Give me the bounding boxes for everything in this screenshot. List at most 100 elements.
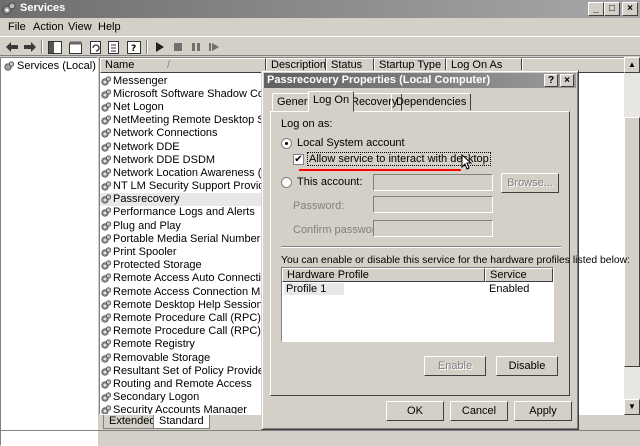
service-name: Routing and Remote Access [113, 377, 252, 390]
allow-interact-checkbox[interactable]: ✔ [293, 154, 304, 165]
hardware-profile-row[interactable]: Profile 1 [284, 283, 344, 295]
service-row[interactable]: Network Location Awareness (NLA) [100, 166, 262, 179]
hardware-profile-name: Profile 1 [286, 283, 327, 295]
stop-service-icon[interactable] [170, 39, 186, 55]
service-row[interactable]: Network DDE [100, 140, 262, 153]
column-header-service[interactable]: Service [485, 268, 553, 282]
toolbar: ? [0, 36, 640, 56]
pause-service-icon[interactable] [188, 39, 204, 55]
dialog-title-bar[interactable]: Passrecovery Properties (Local Computer)… [264, 73, 576, 88]
service-gear-icon [101, 221, 111, 231]
toolbar-separator [41, 40, 43, 54]
service-gear-icon [101, 168, 111, 178]
service-row[interactable]: Security Accounts Manager [100, 404, 262, 414]
service-gear-icon [101, 326, 111, 336]
service-gear-icon [101, 260, 111, 270]
service-gear-icon [101, 313, 111, 323]
service-row[interactable]: Performance Logs and Alerts [100, 206, 262, 219]
service-row[interactable]: Remote Access Auto Connection Ma... [100, 272, 262, 285]
tab-standard[interactable]: Standard [153, 415, 210, 429]
menu-file[interactable]: File [8, 21, 26, 33]
scroll-thumb[interactable] [624, 117, 640, 367]
svg-text:?: ? [131, 44, 136, 54]
service-name: Network DDE DSDM [113, 153, 216, 166]
service-row[interactable]: Remote Procedure Call (RPC) [100, 311, 262, 324]
service-row[interactable]: Messenger [100, 74, 262, 87]
services-gear-icon [2, 2, 16, 15]
cancel-button[interactable]: Cancel [450, 401, 508, 421]
restart-service-icon[interactable] [206, 39, 222, 55]
browse-button[interactable]: Browse... [501, 173, 559, 193]
service-gear-icon [101, 141, 111, 152]
local-system-radio[interactable] [281, 138, 292, 149]
enable-button[interactable]: Enable [424, 356, 486, 376]
red-highlight-underline [299, 169, 461, 171]
service-row[interactable]: Routing and Remote Access [100, 377, 262, 390]
service-row[interactable]: Remote Procedure Call (RPC) Locator [100, 325, 262, 338]
export-list-icon[interactable] [106, 39, 122, 55]
menu-view[interactable]: View [68, 21, 92, 33]
menu-action[interactable]: Action [33, 21, 64, 33]
scroll-up-button[interactable]: ▲ [624, 57, 640, 73]
service-row[interactable]: Portable Media Serial Number Service [100, 232, 262, 245]
disable-button[interactable]: Disable [496, 356, 558, 376]
service-gear-icon [101, 352, 111, 363]
service-row[interactable]: Print Spooler [100, 245, 262, 258]
tree-node-services-local[interactable]: Services (Local) [4, 60, 96, 72]
menu-help[interactable]: Help [98, 21, 121, 33]
properties-icon[interactable] [68, 39, 84, 55]
service-row[interactable]: Network Connections [100, 127, 262, 140]
refresh-icon[interactable] [88, 39, 104, 55]
back-icon[interactable] [4, 39, 20, 55]
this-account-radio[interactable] [281, 177, 292, 188]
service-gear-icon [101, 392, 111, 402]
maximize-button[interactable]: □ [604, 2, 620, 16]
service-name: Messenger [113, 74, 168, 87]
service-row[interactable]: Removable Storage [100, 351, 262, 364]
password-input[interactable] [373, 196, 493, 213]
service-name: Remote Procedure Call (RPC) Locator [113, 325, 262, 338]
service-row[interactable]: NetMeeting Remote Desktop Sharing [100, 114, 262, 127]
window-title-bar[interactable]: Services _ □ × [0, 0, 640, 18]
log-on-tab-panel: Log on as: Local System account ✔ Allow … [270, 111, 630, 396]
service-row[interactable]: Resultant Set of Policy Provider [100, 364, 262, 377]
service-row[interactable]: Secondary Logon [100, 391, 262, 404]
confirm-password-input[interactable] [373, 220, 493, 237]
service-gear-icon [101, 89, 111, 99]
confirm-password-label: Confirm password: [293, 224, 385, 236]
service-row[interactable]: Protected Storage [100, 259, 262, 272]
column-header-hardware-profile[interactable]: Hardware Profile [282, 268, 485, 282]
forward-icon[interactable] [22, 39, 38, 55]
console-tree[interactable]: Services (Local) [0, 57, 98, 446]
service-row[interactable]: Plug and Play [100, 219, 262, 232]
sort-indicator: / [167, 59, 171, 71]
service-row[interactable]: Remote Access Connection Manager [100, 285, 262, 298]
service-name: Network Location Awareness (NLA) [113, 166, 262, 179]
close-button[interactable]: × [622, 2, 638, 16]
dialog-help-button[interactable]: ? [544, 74, 558, 87]
column-header-name[interactable]: Name / [100, 58, 266, 73]
tab-log-on[interactable]: Log On [308, 91, 355, 112]
service-row[interactable]: Passrecovery [100, 192, 262, 206]
service-row[interactable]: NT LM Security Support Provider [100, 180, 262, 193]
service-row[interactable]: Net Logon [100, 100, 262, 113]
apply-button[interactable]: Apply [514, 401, 572, 421]
show-hide-tree-icon[interactable] [47, 39, 63, 55]
service-row[interactable]: Remote Desktop Help Session Manager [100, 298, 262, 311]
service-row[interactable]: Microsoft Software Shadow Copy Pr... [100, 87, 262, 100]
help-topics-icon[interactable]: ? [126, 39, 142, 55]
tab-dependencies[interactable]: Dependencies [391, 93, 472, 111]
vertical-scrollbar[interactable]: ▲ ▼ [624, 57, 640, 415]
dialog-title: Passrecovery Properties (Local Computer) [267, 74, 491, 86]
service-row[interactable]: Network DDE DSDM [100, 153, 262, 166]
this-account-input[interactable] [373, 174, 493, 191]
scroll-down-button[interactable]: ▼ [624, 399, 640, 415]
dialog-close-button[interactable]: × [560, 74, 574, 87]
start-service-icon[interactable] [152, 39, 168, 55]
service-gear-icon [101, 75, 111, 86]
service-row[interactable]: Remote Registry [100, 338, 262, 351]
minimize-button[interactable]: _ [588, 2, 604, 16]
hardware-profile-list[interactable]: Hardware Profile Service Profile 1 Enabl… [281, 267, 554, 342]
service-gear-icon [101, 102, 111, 112]
ok-button[interactable]: OK [386, 401, 444, 421]
